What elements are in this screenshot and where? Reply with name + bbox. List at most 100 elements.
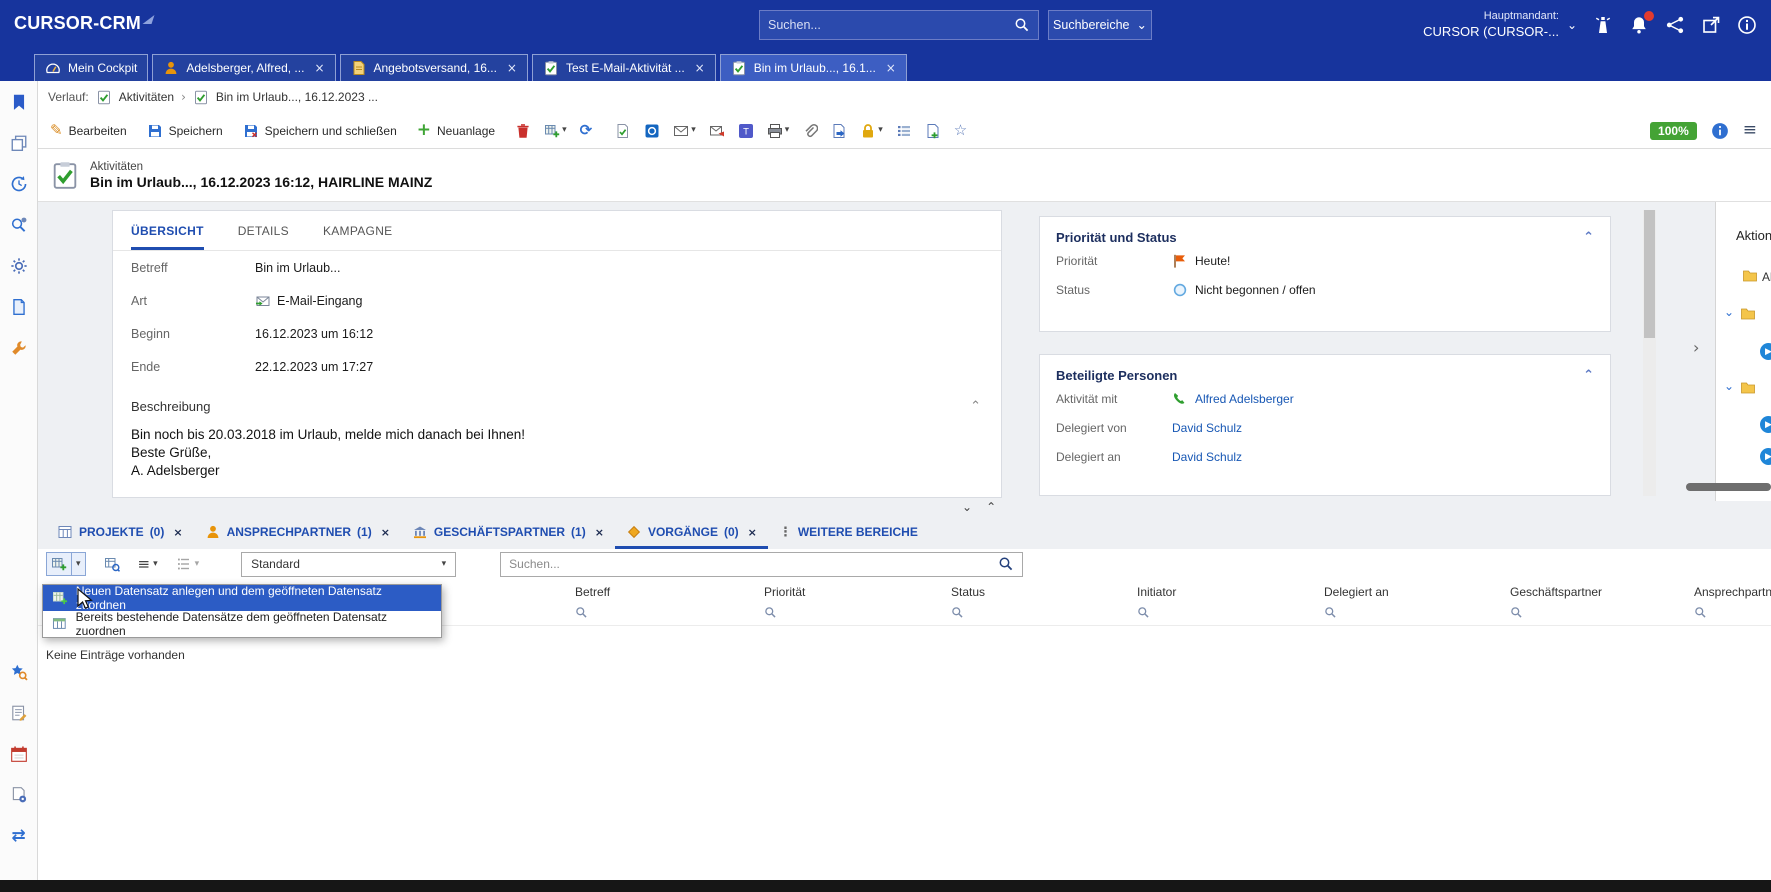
dropdown-arrow-icon[interactable]: ▾ [72,552,86,576]
save-button[interactable]: Speichern [147,123,223,139]
tab-kampagne[interactable]: KAMPAGNE [323,224,393,250]
panel-expander-icon[interactable]: › [1693,340,1699,356]
document-add-icon[interactable] [925,123,941,139]
teams-icon[interactable]: T [738,123,754,139]
info-icon[interactable] [1737,15,1757,35]
scrollbar-thumb[interactable] [1644,210,1655,338]
copy-windows-icon[interactable] [8,132,30,154]
column-filter-icon[interactable] [1694,606,1707,622]
gear-icon[interactable] [8,255,30,277]
chevron-down-icon[interactable]: ⌄ [1724,380,1734,392]
close-icon[interactable]: × [886,62,896,74]
zoom-badge[interactable]: 100% [1650,122,1697,140]
subtab-geschaeftspartner[interactable]: GESCHÄFTSPARTNER (1) × [401,518,615,549]
subtab-ansprechpartner[interactable]: ANSPRECHPARTNER (1) × [194,518,401,549]
tab-uebersicht[interactable]: ÜBERSICHT [131,224,204,250]
action-run-icon[interactable]: ▶ [1760,448,1771,465]
column-filter-icon[interactable] [951,606,964,622]
list-search-input[interactable] [509,557,992,571]
search-icon[interactable] [998,556,1014,572]
tools-wrench-icon[interactable] [8,337,30,359]
tab-adelsberger[interactable]: Adelsberger, Alfred, ... × [152,54,335,81]
chevron-down-icon[interactable]: ⌄ [1724,306,1734,318]
history-icon[interactable] [8,173,30,195]
search-settings-icon[interactable] [8,214,30,236]
tenant-switcher[interactable]: Hauptmandant: CURSOR (CURSOR-... ⌄ [1423,9,1577,40]
column-filter-icon[interactable] [575,606,588,622]
column-header[interactable]: Betreff [575,585,610,599]
close-icon[interactable]: × [507,62,517,74]
close-icon[interactable]: × [595,527,604,538]
collapse-chevron-icon[interactable]: ⌃ [1583,231,1594,244]
column-header[interactable]: Initiator [1137,585,1176,599]
collapse-down-icon[interactable]: ⌄ [962,501,972,513]
document-icon[interactable] [8,296,30,318]
person-link[interactable]: David Schulz [1172,450,1242,464]
attachment-paperclip-icon[interactable] [802,123,818,139]
column-filter-icon[interactable] [764,606,777,622]
close-icon[interactable]: × [314,62,324,74]
search-areas-button[interactable]: Suchbereiche ⌄ [1048,10,1152,40]
close-icon[interactable]: × [748,527,757,538]
document-settings-icon[interactable] [8,784,30,806]
sync-swap-icon[interactable]: ⇄ [8,825,30,847]
info-filled-icon[interactable] [1711,122,1729,140]
collapse-chevron-icon[interactable]: ⌃ [1583,369,1594,382]
horizontal-scrollbar[interactable] [1686,483,1771,491]
subtab-projekte[interactable]: PROJEKTE (0) × [46,518,194,549]
delete-trash-icon[interactable] [515,123,531,139]
breadcrumb-item-aktivitaeten[interactable]: Aktivitäten [119,90,174,104]
column-header[interactable]: Ansprechpartner [1694,585,1771,599]
column-filter-icon[interactable] [1137,606,1150,622]
sort-list-icon[interactable]: ▾ [176,556,200,572]
person-link[interactable]: David Schulz [1172,421,1242,435]
column-header[interactable]: Delegiert an [1324,585,1389,599]
search-icon[interactable] [1014,17,1030,33]
collapse-chevron-icon[interactable]: ⌃ [970,400,981,413]
view-select[interactable]: Standard ▾ [241,552,456,577]
share-icon[interactable] [1665,15,1685,35]
lighthouse-icon[interactable] [1593,15,1613,35]
tab-mein-cockpit[interactable]: Mein Cockpit [34,54,148,81]
column-header[interactable]: Priorität [764,585,805,599]
menu-icon[interactable]: ≡ [1743,122,1757,139]
table-add-icon[interactable]: ▾ [544,123,567,139]
tab-details[interactable]: DETAILS [238,224,289,250]
close-icon[interactable]: × [695,62,705,74]
outlook-app-icon[interactable] [644,123,660,139]
action-run-icon[interactable]: ▶ [1760,343,1771,360]
email-icon[interactable]: ▾ [673,123,696,139]
tab-bin-im-urlaub[interactable]: Bin im Urlaub..., 16.1... × [720,54,907,81]
favorites-search-icon[interactable] [8,661,30,683]
menu-item-new-record[interactable]: Neuen Datensatz anlegen und dem geöffnet… [43,585,441,611]
table-add-icon[interactable] [46,552,72,576]
favorite-star-icon[interactable]: ☆ [954,123,967,138]
folder-icon[interactable] [1740,380,1756,396]
document-check-icon[interactable] [615,123,631,139]
table-assign-icon[interactable] [104,556,120,572]
notifications-bell-icon[interactable] [1629,15,1649,35]
breadcrumb-item-current[interactable]: Bin im Urlaub..., 16.12.2023 ... [216,90,378,104]
column-filter-icon[interactable] [1324,606,1337,622]
close-icon[interactable]: × [381,527,390,538]
print-icon[interactable]: ▾ [767,123,790,139]
actions-tree-root[interactable]: Aktivitäten [1762,270,1771,284]
add-record-split-button[interactable]: ▾ [46,552,86,576]
column-header[interactable]: Status [951,585,985,599]
edit-button[interactable]: ✎ Bearbeiten [50,123,127,138]
subtab-weitere-bereiche[interactable]: ⋮ WEITERE BEREICHE [768,518,929,549]
column-header[interactable]: Geschäftspartner [1510,585,1602,599]
new-record-button[interactable]: + Neuanlage [417,122,495,139]
action-run-icon[interactable]: ▶ [1760,416,1771,433]
column-filter-icon[interactable] [1510,606,1523,622]
subtab-vorgaenge[interactable]: VORGÄNGE (0) × [615,518,768,549]
global-search-input[interactable] [768,18,1014,32]
person-link[interactable]: Alfred Adelsberger [1195,392,1294,406]
notes-icon[interactable] [8,702,30,724]
export-document-icon[interactable] [831,123,847,139]
folder-icon[interactable] [1740,306,1756,322]
email-important-icon[interactable] [709,123,725,139]
save-and-close-button[interactable]: Speichern und schließen [243,123,397,139]
vertical-scrollbar[interactable] [1643,210,1656,496]
menu-item-assign-existing[interactable]: Bereits bestehende Datensätze dem geöffn… [43,611,441,637]
